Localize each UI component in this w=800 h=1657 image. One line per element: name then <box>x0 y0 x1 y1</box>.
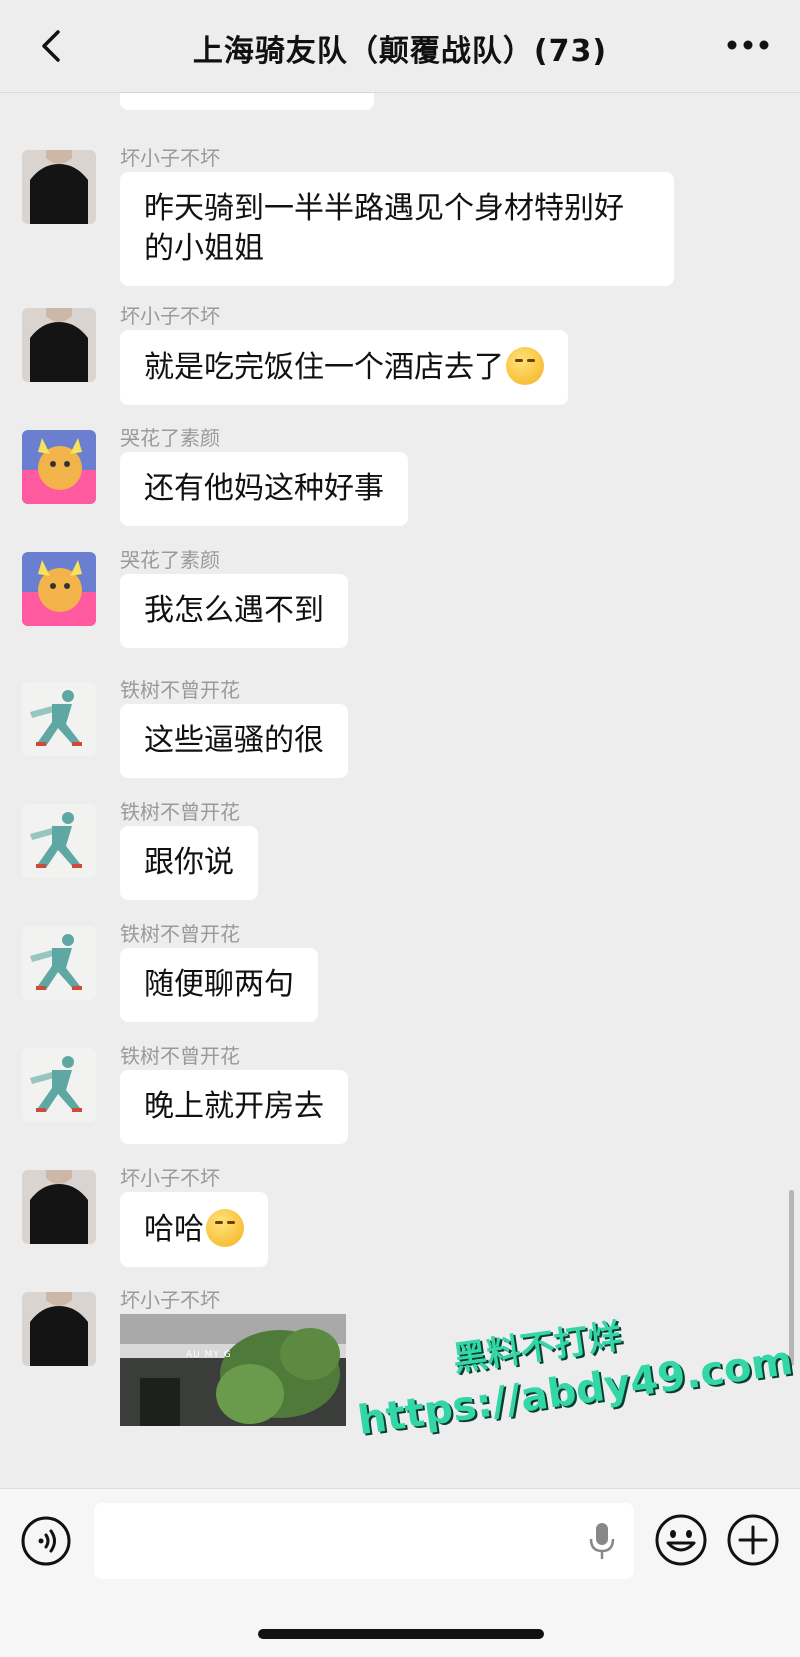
message-bubble[interactable]: 随便聊两句 <box>120 948 318 1022</box>
sender-name: 坏小子不坏 <box>120 304 220 328</box>
message-input[interactable] <box>94 1503 634 1579</box>
cartoon-avatar[interactable] <box>22 552 96 626</box>
runner-avatar[interactable] <box>22 682 96 756</box>
black-shirt-avatar[interactable] <box>22 150 96 224</box>
sender-name: 铁树不曾开花 <box>120 678 240 702</box>
message-text: 哈哈 <box>144 1212 204 1247</box>
sender-name: 哭花了素颜 <box>120 548 220 572</box>
chat-header: 上海骑友队（颠覆战队）(73) <box>0 0 800 93</box>
thinking-face-icon <box>506 347 544 385</box>
message-bubble[interactable]: 我怎么遇不到 <box>120 574 348 648</box>
street-photo[interactable]: AU MY G <box>120 1314 346 1426</box>
message-bubble[interactable]: 昨天骑到一半半路遇见个身材特别好的小姐姐 <box>120 172 674 286</box>
emoji-icon[interactable] <box>654 1513 708 1567</box>
message-bubble[interactable]: 还有他妈这种好事 <box>120 452 408 526</box>
home-indicator <box>258 1629 544 1639</box>
chat-title: 上海骑友队（颠覆战队）(73) <box>192 34 608 69</box>
black-shirt-avatar[interactable] <box>22 1170 96 1244</box>
more-dots-icon[interactable] <box>724 38 772 52</box>
sender-name: 坏小子不坏 <box>120 1288 220 1312</box>
message-text: 就是吃完饭住一个酒店去了 <box>144 350 504 385</box>
message-bubble[interactable]: 晚上就开房去 <box>120 1070 348 1144</box>
sender-name: 坏小子不坏 <box>120 1166 220 1190</box>
plus-icon[interactable] <box>726 1513 780 1567</box>
mic-icon[interactable] <box>588 1521 616 1561</box>
message-bubble[interactable]: 这些逼骚的很 <box>120 704 348 778</box>
message-bubble[interactable]: 哈哈 <box>120 1192 268 1267</box>
sender-name: 哭花了素颜 <box>120 426 220 450</box>
sender-name: 坏小子不坏 <box>120 146 220 170</box>
sender-name: 铁树不曾开花 <box>120 922 240 946</box>
cartoon-avatar[interactable] <box>22 430 96 504</box>
runner-avatar[interactable] <box>22 926 96 1000</box>
black-shirt-avatar[interactable] <box>22 308 96 382</box>
message-bubble[interactable]: 跟你说 <box>120 826 258 900</box>
sender-name: 铁树不曾开花 <box>120 1044 240 1068</box>
chevron-left-icon[interactable] <box>32 26 72 66</box>
message-bubble-partial <box>120 92 374 110</box>
message-bubble[interactable]: 就是吃完饭住一个酒店去了 <box>120 330 568 405</box>
photo-sign-text: AU MY G <box>186 1350 232 1360</box>
voice-icon[interactable] <box>20 1515 72 1567</box>
thinking-face-icon <box>206 1209 244 1247</box>
black-shirt-avatar[interactable] <box>22 1292 96 1366</box>
input-bar <box>0 1488 800 1657</box>
runner-avatar[interactable] <box>22 1048 96 1122</box>
scrollbar[interactable] <box>789 1190 794 1366</box>
sender-name: 铁树不曾开花 <box>120 800 240 824</box>
message-list[interactable]: 坏小子不坏 昨天骑到一半半路遇见个身材特别好的小姐姐 坏小子不坏 就是吃完饭住一… <box>0 92 800 1488</box>
runner-avatar[interactable] <box>22 804 96 878</box>
